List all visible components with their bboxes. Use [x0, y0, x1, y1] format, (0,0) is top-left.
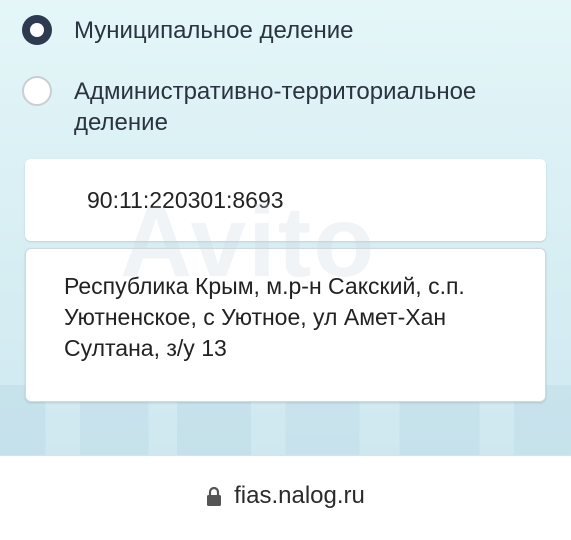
radio-unselected-icon[interactable] — [22, 76, 52, 106]
option-administrative[interactable]: Административно-территориальное деление — [22, 76, 514, 138]
option-municipal[interactable]: Муниципальное деление — [22, 15, 514, 46]
address-text: Республика Крым, м.р-н Сакский, с.п. Уют… — [64, 273, 465, 361]
cadastral-number-field[interactable]: 90:11:220301:8693 — [25, 159, 546, 241]
option-label: Административно-территориальное деление — [74, 78, 477, 136]
address-field[interactable]: Республика Крым, м.р-н Сакский, с.п. Уют… — [25, 248, 546, 402]
url-text: fias.nalog.ru — [234, 482, 365, 509]
lock-icon — [207, 486, 222, 506]
cadastral-number: 90:11:220301:8693 — [87, 187, 284, 213]
option-label: Муниципальное деление — [74, 17, 354, 44]
radio-selected-icon[interactable] — [22, 15, 52, 45]
main-panel: Муниципальное деление Административно-те… — [0, 0, 571, 455]
browser-url-bar[interactable]: fias.nalog.ru — [0, 456, 571, 540]
